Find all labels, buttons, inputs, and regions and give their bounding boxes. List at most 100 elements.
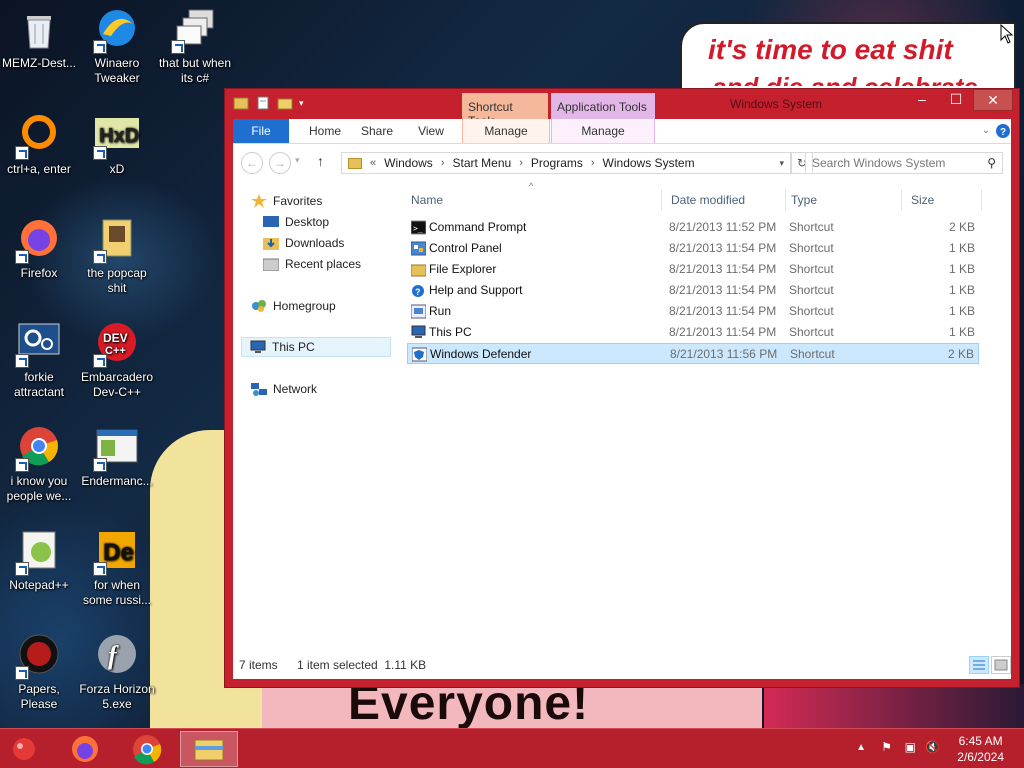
system-clock[interactable]: 6:45 AM 2/6/2024 [957, 733, 1004, 765]
forward-button[interactable]: → [269, 152, 291, 174]
up-button[interactable]: ↑ [317, 153, 324, 169]
address-dropdown-icon[interactable]: ▾ [779, 158, 784, 169]
new-folder-icon[interactable] [277, 95, 293, 111]
recent-locations-icon[interactable]: ▾ [295, 155, 300, 166]
desktop-icon-forkie[interactable]: forkie attractant [0, 320, 78, 400]
nav-item-network[interactable]: Network [251, 379, 317, 399]
selection-info: 1 item selected 1.11 KB [297, 658, 427, 672]
minimize-button[interactable]: – [905, 89, 939, 111]
column-header-name[interactable]: Name [411, 193, 443, 207]
file-row[interactable]: >_ Command Prompt 8/21/2013 11:52 PM Sho… [407, 217, 979, 238]
desktop-icon-popcap[interactable]: the popcap shit [78, 216, 156, 296]
tab-home[interactable]: Home [299, 119, 351, 143]
expand-ribbon-icon[interactable]: ⌄ [979, 119, 993, 143]
devcpp-icon: DEV C++ [93, 320, 141, 368]
desktop-icon-xd[interactable]: HxD xD [78, 112, 156, 177]
file-row-selected[interactable]: Windows Defender 8/21/2013 11:56 PM Shor… [407, 343, 979, 364]
large-icons-view-button[interactable] [991, 656, 1011, 674]
desktop-icon-stacked[interactable]: that but when its c# [156, 6, 234, 86]
back-button[interactable]: ← [241, 152, 263, 174]
desktop-icon-forza[interactable]: f Forza Horizon 5.exe [78, 632, 156, 712]
nav-item-recent-places[interactable]: Recent places [262, 254, 361, 274]
nav-item-favorites[interactable]: Favorites [251, 191, 322, 211]
breadcrumb-item[interactable]: Windows System [603, 156, 695, 170]
status-bar: 7 items 1 item selected 1.11 KB [233, 649, 1011, 679]
action-center-flag-icon[interactable]: ⚑ [881, 740, 892, 754]
svg-text:>_: >_ [413, 224, 423, 233]
taskbar-firefox[interactable] [58, 731, 112, 767]
column-divider[interactable] [901, 189, 902, 211]
nav-item-desktop[interactable]: Desktop [263, 212, 329, 232]
nav-item-downloads[interactable]: Downloads [263, 233, 344, 253]
nav-label: Favorites [273, 194, 323, 208]
breadcrumb-overflow[interactable]: « [370, 157, 376, 169]
show-hidden-icons-icon[interactable]: ▲ [856, 742, 866, 753]
contextual-group-application-tools: Application Tools [551, 93, 655, 119]
computer-icon [411, 325, 426, 340]
desktop-icon-ring[interactable]: ctrl+a, enter [0, 112, 78, 177]
desktop-icon-papers-please[interactable]: Papers, Please [0, 632, 78, 712]
column-header-date[interactable]: Date modified [671, 193, 745, 207]
desktop-icon-enderman[interactable]: Endermanc... [78, 424, 156, 489]
shortcut-arrow-icon [15, 146, 29, 160]
column-header-size[interactable]: Size [911, 193, 934, 207]
column-divider[interactable] [661, 189, 662, 211]
tab-manage-application[interactable]: Manage [551, 119, 655, 143]
shortcut-arrow-icon [15, 666, 29, 680]
customize-qat-icon[interactable]: ▾ [299, 95, 315, 111]
tab-manage-shortcut[interactable]: Manage [462, 119, 550, 143]
maximize-button[interactable]: ☐ [939, 89, 973, 111]
desktop-icon-winaero[interactable]: Winaero Tweaker [78, 6, 156, 86]
shortcut-arrow-icon [93, 40, 107, 54]
address-bar[interactable]: « Windows › Start Menu › Programs › Wind… [341, 152, 791, 174]
shortcut-arrow-icon [93, 354, 107, 368]
file-row[interactable]: Run 8/21/2013 11:54 PM Shortcut 1 KB [407, 301, 979, 322]
ring-icon [15, 112, 63, 160]
chrome-icon [133, 735, 162, 765]
column-divider[interactable] [981, 189, 982, 211]
breadcrumb-item[interactable]: Start Menu [452, 156, 511, 170]
desktop-icon [263, 215, 279, 229]
title-bar[interactable]: ▾ Shortcut Tools Application Tools Windo… [225, 89, 1019, 128]
properties-icon[interactable] [255, 95, 271, 111]
tab-file[interactable]: File [233, 119, 289, 143]
nav-item-homegroup[interactable]: Homegroup [251, 296, 336, 316]
file-row[interactable]: File Explorer 8/21/2013 11:54 PM Shortcu… [407, 259, 979, 280]
file-name: Control Panel [429, 241, 502, 255]
desktop-icon-label: Forza Horizon 5.exe [79, 682, 155, 711]
network-status-icon[interactable]: ▣ [905, 740, 916, 754]
desktop-icon-de[interactable]: De for when some russi... [78, 528, 156, 608]
navigation-bar: ← → ▾ ↑ « Windows › Start Menu › Program… [233, 143, 1011, 181]
taskbar-file-explorer[interactable] [180, 731, 238, 767]
breadcrumb-separator-icon[interactable]: › [519, 157, 523, 169]
file-row[interactable]: Control Panel 8/21/2013 11:54 PM Shortcu… [407, 238, 979, 259]
tab-view[interactable]: View [409, 119, 453, 143]
search-input[interactable]: Search Windows System ⚲ [805, 152, 1003, 174]
desktop-icon-firefox[interactable]: Firefox [0, 216, 78, 281]
tab-share[interactable]: Share [355, 119, 399, 143]
breadcrumb-separator-icon[interactable]: › [441, 157, 445, 169]
breadcrumb-item[interactable]: Windows [384, 156, 433, 170]
run-icon [410, 304, 427, 319]
desktop-icon-chrome[interactable]: i know you people we... [0, 424, 78, 504]
start-button[interactable] [0, 731, 48, 767]
column-header-type[interactable]: Type [791, 193, 817, 207]
file-row[interactable]: This PC 8/21/2013 11:54 PM Shortcut 1 KB [407, 322, 979, 343]
column-divider[interactable] [785, 189, 786, 211]
taskbar-chrome[interactable] [120, 731, 174, 767]
nav-item-this-pc[interactable]: This PC [241, 337, 391, 357]
details-view-button[interactable] [969, 656, 989, 674]
gear-monitor-icon [15, 320, 63, 368]
desktop-icon-memz[interactable]: MEMZ-Dest... [0, 6, 78, 71]
desktop-icon-notepadpp[interactable]: Notepad++ [0, 528, 78, 593]
volume-muted-icon[interactable]: 🔇 [925, 740, 940, 754]
shortcut-arrow-icon [15, 458, 29, 472]
help-icon[interactable]: ? [995, 119, 1011, 143]
close-button[interactable]: ✕ [973, 89, 1013, 111]
file-row[interactable]: ? Help and Support 8/21/2013 11:54 PM Sh… [407, 280, 979, 301]
file-date: 8/21/2013 11:54 PM [669, 325, 777, 339]
desktop-icon-devcpp[interactable]: DEV C++ Embarcadero Dev-C++ [78, 320, 156, 400]
breadcrumb-separator-icon[interactable]: › [591, 157, 595, 169]
breadcrumb-item[interactable]: Programs [531, 156, 583, 170]
search-icon: ⚲ [987, 156, 996, 170]
